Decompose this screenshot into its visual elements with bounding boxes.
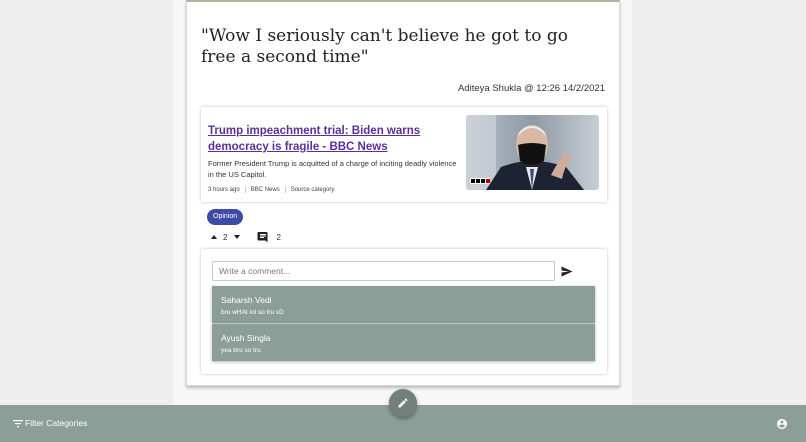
- comment-author: Saharsh Vedi: [221, 295, 272, 305]
- news-description: Former President Trump is acquitted of a…: [208, 159, 457, 179]
- filter-categories-button[interactable]: Filter Categories: [13, 418, 87, 428]
- news-link-card[interactable]: Trump impeachment trial: Biden warns dem…: [201, 107, 607, 202]
- comment-item: Saharsh Vedi bro wHAt lol so tru xD: [212, 286, 595, 323]
- post-author-timestamp: Aditeya Shukla @ 12:26 14/2/2021: [458, 83, 605, 94]
- filter-icon: [13, 419, 23, 428]
- news-category: Source category: [284, 187, 340, 193]
- comment-icon[interactable]: [257, 231, 269, 243]
- post-title: "Wow I seriously can't believe he got to…: [201, 26, 568, 67]
- category-chip-opinion[interactable]: Opinion: [207, 209, 244, 225]
- comment-count: 2: [276, 232, 281, 242]
- post-card: "Wow I seriously can't believe he got to…: [186, 0, 620, 386]
- post-actions: 2 2: [209, 231, 281, 243]
- comment-input[interactable]: [212, 261, 555, 281]
- arrow-down-icon[interactable]: [232, 232, 242, 242]
- account-circle-icon[interactable]: [776, 418, 788, 430]
- comment-author: Ayush Singla: [221, 333, 271, 343]
- news-thumbnail[interactable]: [466, 115, 599, 190]
- news-info-row: 3 hours ago BBC News Source category: [208, 187, 339, 193]
- arrow-up-icon[interactable]: [209, 232, 219, 242]
- comments-section: Saharsh Vedi bro wHAt lol so tru xD Ayus…: [201, 249, 607, 374]
- news-source: BBC News: [244, 187, 285, 193]
- send-icon[interactable]: [561, 266, 573, 277]
- vote-count: 2: [223, 232, 228, 242]
- comment-text: bro wHAt lol so tru xD: [221, 309, 284, 316]
- news-title-link[interactable]: Trump impeachment trial: Biden warns dem…: [208, 123, 456, 155]
- pencil-icon: [397, 397, 409, 409]
- comment-text: yea bro so tru: [221, 347, 261, 354]
- filter-categories-label: Filter Categories: [25, 418, 88, 428]
- news-time: 3 hours ago: [208, 187, 240, 193]
- comment-item: Ayush Singla yea bro so tru: [212, 324, 595, 361]
- edit-fab-button[interactable]: [389, 389, 417, 417]
